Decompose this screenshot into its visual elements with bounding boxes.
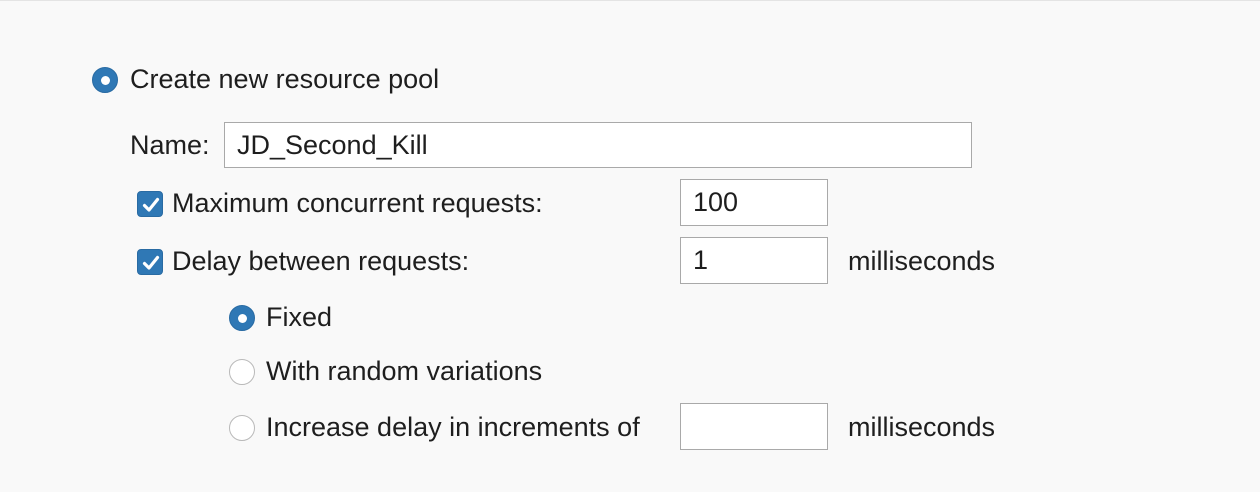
checkmark-icon (142, 255, 160, 270)
max-concurrent-checkbox[interactable] (137, 191, 163, 217)
name-input[interactable] (224, 122, 972, 168)
increase-delay-label: Increase delay in increments of (266, 412, 640, 442)
checkmark-icon (142, 197, 160, 212)
delay-checkbox[interactable] (137, 249, 163, 275)
create-new-pool-radio[interactable] (92, 67, 118, 93)
increase-delay-unit-label: milliseconds (848, 412, 996, 442)
random-variations-label: With random variations (266, 356, 543, 386)
name-label: Name: (130, 130, 210, 160)
max-concurrent-label: Maximum concurrent requests: (172, 188, 543, 218)
fixed-radio[interactable] (229, 305, 255, 331)
increase-delay-radio[interactable] (229, 415, 255, 441)
fixed-label: Fixed (266, 302, 333, 332)
create-new-pool-label: Create new resource pool (130, 64, 440, 94)
random-variations-radio[interactable] (229, 359, 255, 385)
resource-pool-panel: Create new resource pool Name: Maximum c… (0, 0, 1260, 492)
delay-unit-label: milliseconds (848, 246, 996, 276)
delay-label: Delay between requests: (172, 246, 470, 276)
increase-delay-input[interactable] (680, 403, 828, 450)
max-concurrent-input[interactable] (680, 179, 828, 226)
delay-input[interactable] (680, 237, 828, 284)
